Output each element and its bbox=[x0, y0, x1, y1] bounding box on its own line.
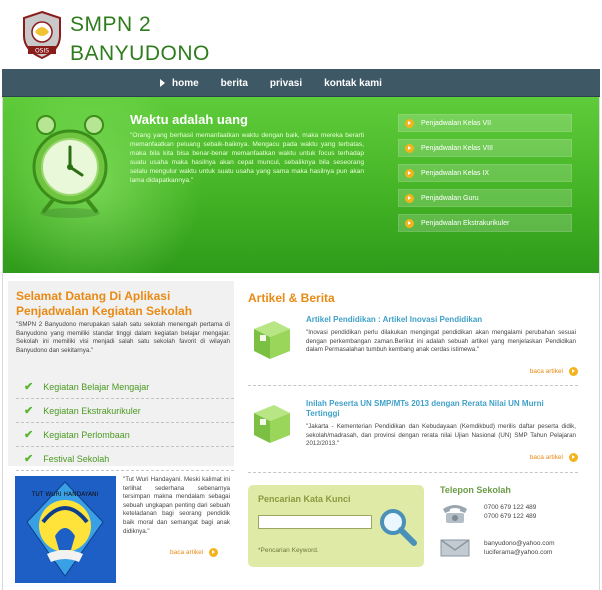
welcome-panel: Selamat Datang Di Aplikasi Penjadwalan K… bbox=[8, 281, 234, 471]
activity-label: Kegiatan Ekstrakurikuler bbox=[43, 405, 141, 416]
article-item: Artikel Pendidikan : Artikel Inovasi Pen… bbox=[248, 315, 578, 387]
article-text: "Inovasi pendidikan perlu dilakukan meng… bbox=[306, 329, 576, 353]
orange-arrow-icon bbox=[569, 367, 578, 376]
orange-arrow-icon bbox=[405, 193, 414, 203]
menu-label: Penjadwalan Guru bbox=[421, 194, 479, 202]
article-text: "Jakarta - Kementerian Pendidikan dan Ke… bbox=[306, 423, 576, 447]
mail-icon bbox=[440, 539, 470, 557]
tutwuri-read-more-link[interactable]: baca artikel bbox=[170, 548, 219, 557]
alarm-clock-icon bbox=[32, 115, 108, 218]
orange-arrow-icon bbox=[569, 453, 578, 462]
site-header: OSIS SMPN 2 BANYUDONO bbox=[0, 0, 602, 70]
email-link[interactable]: luciferama@yahoo.com bbox=[484, 548, 555, 557]
tut-wuri-handayani-logo-icon: TUT WURI HANDAYANI bbox=[15, 476, 116, 583]
nav-privasi[interactable]: privasi bbox=[270, 78, 302, 89]
contact-phones: 0700 679 122 489 0700 679 122 489 bbox=[484, 503, 536, 521]
read-more-label: baca artikel bbox=[529, 454, 563, 461]
orange-arrow-icon bbox=[405, 118, 414, 128]
orange-arrow-icon bbox=[209, 548, 219, 557]
nav-berita[interactable]: berita bbox=[221, 78, 248, 89]
phone-number: 0700 679 122 489 bbox=[484, 513, 537, 520]
activity-item[interactable]: ✔ Kegiatan Perlombaan bbox=[16, 423, 234, 447]
green-cube-icon bbox=[254, 321, 290, 359]
email-link[interactable]: banyudono@yahoo.com bbox=[484, 539, 555, 548]
menu-label: Penjadwalan Ekstrakurikuler bbox=[421, 219, 510, 227]
divider bbox=[248, 472, 578, 473]
osis-logo-icon: OSIS bbox=[23, 10, 61, 60]
site-title-line1: SMPN 2 bbox=[70, 13, 152, 36]
nav-privasi-label: privasi bbox=[269, 77, 303, 89]
menu-guru[interactable]: Penjadwalan Guru bbox=[398, 189, 572, 207]
search-input[interactable] bbox=[258, 515, 372, 529]
welcome-title: Selamat Datang Di Aplikasi Penjadwalan K… bbox=[16, 289, 193, 318]
menu-ekstrakurikuler[interactable]: Penjadwalan Ekstrakurikuler bbox=[398, 214, 572, 232]
article-read-more-link[interactable]: baca artikel bbox=[530, 367, 578, 376]
contact-title: Telepon Sekolah bbox=[440, 485, 511, 495]
nav-kontak-kami[interactable]: kontak kami bbox=[324, 78, 382, 89]
activity-label: Kegiatan Belajar Mengajar bbox=[43, 381, 150, 392]
article-title-link[interactable]: Artikel Pendidikan : Artikel Inovasi Pen… bbox=[306, 315, 576, 325]
hero-banner: Waktu adalah uang "Orang yang berhasil m… bbox=[2, 97, 600, 273]
orange-arrow-icon bbox=[405, 168, 414, 178]
read-more-label: baca artikel bbox=[170, 549, 204, 556]
phone-icon bbox=[443, 505, 467, 523]
activity-item[interactable]: ✔ Festival Sekolah bbox=[16, 447, 234, 471]
nav-home-label: home bbox=[172, 77, 199, 89]
menu-kelas-viii[interactable]: Penjadwalan Kelas VIII bbox=[398, 139, 572, 157]
activity-item[interactable]: ✔ Kegiatan Ekstrakurikuler bbox=[16, 399, 234, 423]
site-title-line2: BANYUDONO bbox=[70, 42, 210, 65]
article-title-link[interactable]: Inilah Peserta UN SMP/MTs 2013 dengan Re… bbox=[306, 399, 576, 419]
activity-item[interactable]: ✔ Kegiatan Belajar Mengajar bbox=[16, 375, 234, 399]
menu-label: Penjadwalan Kelas VIII bbox=[421, 144, 493, 152]
check-icon: ✔ bbox=[24, 453, 34, 465]
magnifier-icon[interactable] bbox=[376, 505, 418, 547]
welcome-text: "SMPN 2 Banyudono merupakan salah satu s… bbox=[16, 321, 230, 354]
hero-title: Waktu adalah uang bbox=[130, 112, 248, 127]
orange-arrow-icon bbox=[405, 218, 414, 228]
phone-number: 0700 679 122 489 bbox=[484, 504, 537, 511]
menu-kelas-ix[interactable]: Penjadwalan Kelas IX bbox=[398, 164, 572, 182]
frame-border-left bbox=[2, 97, 3, 590]
tutwuri-text: "Tut Wuri Handayani. Meski kalimat ini t… bbox=[123, 476, 230, 535]
nav-kontak-label: kontak kami bbox=[324, 77, 382, 89]
menu-kelas-vii[interactable]: Penjadwalan Kelas VII bbox=[398, 114, 572, 132]
hero-text: "Orang yang berhasil memanfaatkan waktu … bbox=[130, 132, 364, 184]
green-cube-icon bbox=[254, 405, 290, 443]
schedule-menu: Penjadwalan Kelas VII Penjadwalan Kelas … bbox=[398, 114, 572, 239]
divider bbox=[248, 385, 578, 386]
search-note: *Pencarian Keyword. bbox=[258, 547, 319, 554]
contact-emails: banyudono@yahoo.com luciferama@yahoo.com bbox=[484, 539, 555, 557]
article-read-more-link[interactable]: baca artikel bbox=[530, 453, 578, 462]
articles-heading: Artikel & Berita bbox=[248, 291, 335, 305]
menu-label: Penjadwalan Kelas VII bbox=[421, 119, 492, 127]
activity-label: Kegiatan Perlombaan bbox=[43, 429, 130, 440]
read-more-label: baca artikel bbox=[529, 368, 563, 375]
keyword-search-panel: Pencarian Kata Kunci *Pencarian Keyword. bbox=[248, 485, 424, 567]
activity-label: Festival Sekolah bbox=[43, 453, 110, 464]
logo-text: OSIS bbox=[35, 48, 49, 55]
nav-arrow-icon bbox=[160, 79, 165, 87]
article-item: Inilah Peserta UN SMP/MTs 2013 dengan Re… bbox=[248, 399, 578, 469]
site-title[interactable]: SMPN 2 BANYUDONO bbox=[70, 10, 210, 68]
orange-arrow-icon bbox=[405, 143, 414, 153]
frame-border-right bbox=[599, 97, 600, 590]
tutwuri-logo-text: TUT WURI HANDAYANI bbox=[31, 491, 99, 498]
check-icon: ✔ bbox=[24, 405, 34, 417]
main-nav: home berita privasi kontak kami bbox=[2, 69, 600, 97]
nav-home[interactable]: home bbox=[160, 78, 199, 89]
check-icon: ✔ bbox=[24, 381, 34, 393]
menu-label: Penjadwalan Kelas IX bbox=[421, 169, 490, 177]
nav-berita-label: berita bbox=[220, 77, 248, 89]
check-icon: ✔ bbox=[24, 429, 34, 441]
search-title: Pencarian Kata Kunci bbox=[258, 494, 351, 504]
activity-list: ✔ Kegiatan Belajar Mengajar ✔ Kegiatan Eks… bbox=[16, 375, 234, 471]
